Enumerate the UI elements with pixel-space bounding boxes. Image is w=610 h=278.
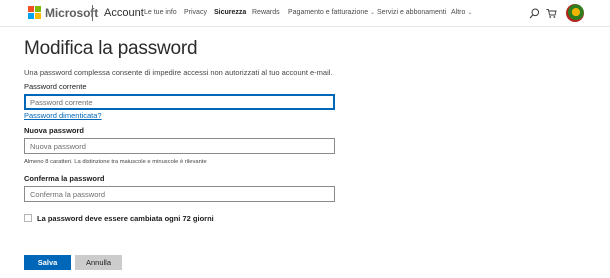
chevron-down-icon: ⌄ bbox=[467, 10, 473, 16]
nav-pagamento-label: Pagamento e fatturazione bbox=[288, 9, 369, 16]
nav-altro[interactable]: Altro ⌄ bbox=[451, 9, 472, 16]
nav-servizi-e-abbonamenti[interactable]: Servizi e abbonamenti bbox=[377, 9, 446, 16]
nav-privacy[interactable]: Privacy bbox=[184, 9, 207, 16]
expire-password-label[interactable]: La password deve essere cambiata ogni 72… bbox=[37, 214, 214, 223]
chevron-down-icon: ⌄ bbox=[370, 10, 376, 16]
save-button[interactable]: Salva bbox=[24, 255, 71, 270]
nav-altro-label: Altro bbox=[451, 9, 466, 16]
forgot-password-link[interactable]: Password dimenticata? bbox=[24, 111, 102, 120]
avatar[interactable] bbox=[566, 4, 584, 22]
nav-le-tue-info[interactable]: Le tue info bbox=[144, 9, 177, 16]
current-password-label: Password corrente bbox=[24, 82, 87, 91]
nav-rewards[interactable]: Rewards bbox=[252, 9, 280, 16]
password-hint: Almeno 8 caratteri. La distinzione tra m… bbox=[24, 159, 207, 165]
page-description: Una password complessa consente di imped… bbox=[24, 68, 333, 77]
current-password-input[interactable] bbox=[24, 94, 335, 110]
new-password-input[interactable] bbox=[24, 138, 335, 154]
account-title[interactable]: Account bbox=[104, 7, 144, 19]
confirm-password-label: Conferma la password bbox=[24, 174, 105, 183]
top-header: Microsoft Account Le tue info Privacy Si… bbox=[0, 0, 610, 27]
new-password-label: Nuova password bbox=[24, 126, 85, 135]
confirm-password-input[interactable] bbox=[24, 186, 335, 202]
page-title: Modifica la password bbox=[24, 38, 198, 59]
header-divider bbox=[92, 5, 93, 21]
nav-sicurezza[interactable]: Sicurezza bbox=[214, 9, 246, 16]
brand-name[interactable]: Microsoft bbox=[45, 6, 98, 20]
nav-pagamento-e-fatturazione[interactable]: Pagamento e fatturazione ⌄ bbox=[288, 9, 375, 16]
search-icon[interactable] bbox=[529, 6, 540, 24]
cancel-button[interactable]: Annulla bbox=[75, 255, 122, 270]
cart-icon[interactable] bbox=[546, 6, 557, 24]
microsoft-logo-icon[interactable] bbox=[28, 6, 41, 19]
expire-password-checkbox[interactable] bbox=[24, 214, 32, 222]
